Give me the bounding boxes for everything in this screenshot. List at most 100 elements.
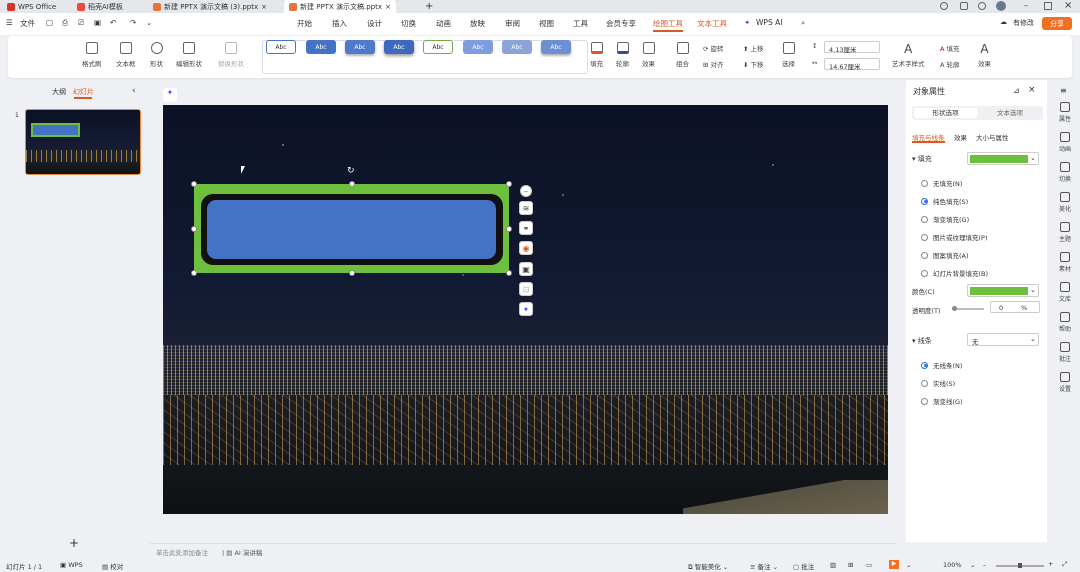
fill-button[interactable]: 填充 [590,42,603,68]
resize-handle-l[interactable] [191,226,197,232]
fill-option[interactable]: 无填充(N) [921,178,962,188]
fill-style-icon[interactable]: ◉ [519,241,533,255]
menu-tools[interactable]: 工具 [573,18,588,29]
tab-slides[interactable]: 幻灯片 [73,87,94,97]
bring-forward-button[interactable]: ⬆ 上移 [743,43,764,53]
menu-animation[interactable]: 动画 [436,18,451,29]
pin-icon[interactable]: ⊿ [1013,86,1020,95]
radio-icon[interactable] [921,361,928,369]
collapse-icon[interactable]: ‹ [132,86,136,96]
replace-shape-button[interactable]: 替换形状 [218,42,244,68]
width-input[interactable]: 14.67厘米 [824,58,880,71]
share-button[interactable]: 分享 [1042,17,1072,30]
zoom-out-icon[interactable]: – [983,561,986,569]
tab-doc-3[interactable]: 新建 PPTX 演示文稿 (3).pptx × [148,0,272,13]
tab-docer-ai[interactable]: 稻壳AI模板 [72,0,128,13]
rotate-button[interactable]: ⟳ 旋转 [703,43,724,53]
radio-icon[interactable] [921,179,928,187]
panel-close-icon[interactable]: × [1028,85,1036,95]
layers-icon[interactable]: ≋ [519,201,533,215]
line-section-header[interactable]: ▾ 线条 [912,336,932,346]
play-slideshow-button[interactable]: ▶ [889,560,899,569]
sorter-view-icon[interactable]: ⊞ [848,561,853,569]
slider-thumb[interactable] [952,306,957,311]
resize-handle-tr[interactable] [506,181,512,187]
resize-handle-tl[interactable] [191,181,197,187]
subtab-effect[interactable]: 效果 [954,132,967,142]
style-preset-5[interactable]: Abc [423,40,453,54]
smart-beautify-button[interactable]: ⧉ 智能美化 ⌄ [688,561,728,572]
outline-style-icon[interactable]: ▣ [519,262,533,276]
height-input[interactable]: 4.13厘米 [824,41,880,54]
rail-item[interactable]: 切换 [1053,162,1077,183]
reading-view-icon[interactable]: ▭ [866,561,872,569]
tab-outline[interactable]: 大纲 [52,87,66,97]
zoom-menu-icon[interactable]: ⌄ [970,561,975,569]
style-preset-6[interactable]: Abc [463,40,493,54]
select-button[interactable]: 选择 [782,42,795,68]
tab-text-options[interactable]: 文本选项 [979,108,1041,118]
style-preset-3[interactable]: Abc [345,40,375,54]
tab-doc-active[interactable]: 新建 PPTX 演示文稿.pptx × [284,0,396,13]
bell-icon[interactable] [978,2,986,10]
menu-drawing-tools[interactable]: 绘图工具 [653,18,683,29]
ai-speech-button[interactable]: | ▤ AI 演讲稿 [222,547,262,557]
avatar[interactable] [996,1,1006,11]
window-icon[interactable] [960,2,968,10]
line-dropdown[interactable]: 无 ⌄ [967,333,1039,346]
zoom-in-icon[interactable]: + [1048,560,1053,568]
slideshow-options-icon[interactable]: ⌄ [906,561,911,569]
menu-file[interactable]: 文件 [20,18,35,29]
new-tab-button[interactable]: + [420,0,438,13]
textbox-button[interactable]: 文本框 [116,42,136,68]
rail-item[interactable]: 主题 [1053,222,1077,243]
tab-shape-options[interactable]: 形状选项 [914,108,977,118]
effect-button[interactable]: 效果 [642,42,655,68]
fill-option[interactable]: 幻灯片背景填充(B) [921,268,988,278]
transparency-slider[interactable] [952,306,984,311]
preview-icon[interactable]: ▣ [94,18,101,27]
style-preset-1[interactable]: Abc [266,40,296,54]
menu-text-tools[interactable]: 文本工具 [697,18,727,29]
fill-option[interactable]: 图案填充(A) [921,250,969,260]
more-icon[interactable]: ⌄ [146,18,152,27]
crop-icon[interactable]: ⊡ [519,282,533,296]
menu-insert[interactable]: 插入 [332,18,347,29]
line-option[interactable]: 渐变线(G) [921,396,963,406]
menu-design[interactable]: 设计 [367,18,382,29]
radio-icon[interactable] [921,379,928,387]
add-slide-button[interactable]: + [69,536,79,550]
rail-item[interactable]: 素材 [1053,252,1077,273]
maximize-icon[interactable] [1044,2,1052,10]
export-icon[interactable]: ⎙ [62,18,68,28]
text-fill-button[interactable]: A 填充 [940,43,960,53]
menu-slideshow[interactable]: 放映 [470,18,485,29]
resize-handle-b[interactable] [349,270,355,276]
menu-home[interactable]: 开始 [297,18,312,29]
radio-icon[interactable] [921,197,928,205]
rail-item[interactable]: 文库 [1053,282,1077,303]
rail-item[interactable]: 设置 [1053,372,1077,393]
rail-item[interactable]: 动画 [1053,132,1077,153]
notes-toggle-button[interactable]: ≡ 备注 ⌄ [750,561,778,571]
menu-review[interactable]: 审阅 [505,18,520,29]
fill-option[interactable]: 渐变填充(G) [921,214,969,224]
resize-handle-r[interactable] [506,226,512,232]
close-icon[interactable]: × [385,3,391,11]
shape-body[interactable] [207,200,496,259]
transparency-input[interactable]: 0% [990,301,1040,313]
rail-menu-icon[interactable]: ≡ [1060,86,1067,95]
menu-view[interactable]: 视图 [539,18,554,29]
radio-icon[interactable] [921,215,928,223]
close-window-icon[interactable]: × [1064,0,1072,11]
proofread-button[interactable]: ▤ 校对 [102,561,123,571]
line-option[interactable]: 无线条(N) [921,360,962,370]
menu-member[interactable]: 会员专享 [606,18,636,29]
normal-view-icon[interactable]: ▥ [830,561,836,569]
link-icon[interactable]: ⚭ [519,221,533,235]
art-text-style-button[interactable]: A 艺术字样式 [892,42,925,68]
resize-handle-t[interactable] [349,181,355,187]
rotate-handle-icon[interactable]: ↻ [347,166,355,176]
text-outline-button[interactable]: A 轮廓 [940,59,960,69]
comment-button[interactable]: ▢ 批注 [793,561,814,571]
